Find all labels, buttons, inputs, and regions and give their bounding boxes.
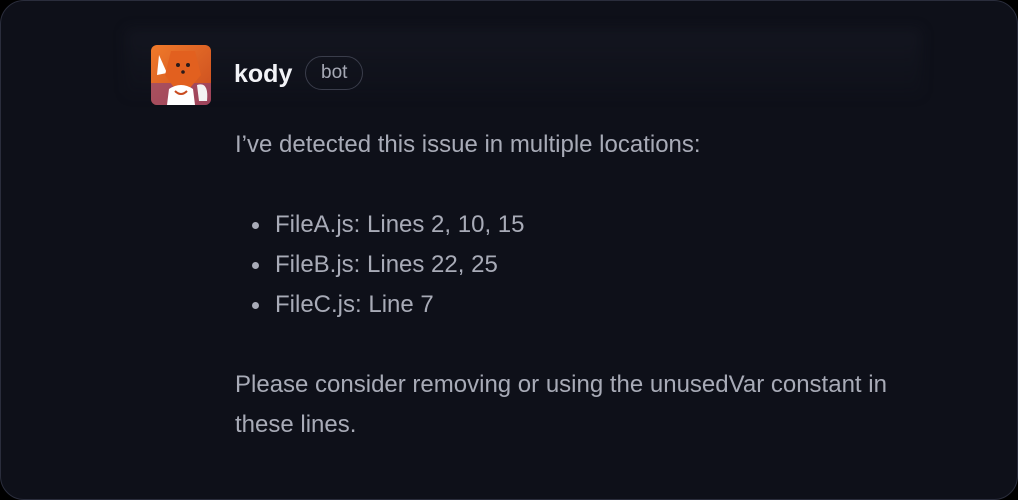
location-list: FileA.js: Lines 2, 10, 15 FileB.js: Line… <box>235 205 935 325</box>
list-item: FileA.js: Lines 2, 10, 15 <box>252 205 935 245</box>
fox-mascot-icon <box>151 45 211 105</box>
bot-comment-card: kody bot I’ve detected this issue in mul… <box>0 0 1018 500</box>
comment-body: I’ve detected this issue in multiple loc… <box>235 125 935 445</box>
list-item: FileC.js: Line 7 <box>252 285 935 325</box>
bot-badge: bot <box>305 56 364 90</box>
author-name: kody <box>234 60 293 88</box>
intro-text: I’ve detected this issue in multiple loc… <box>235 131 701 158</box>
closing-text: Please consider removing or using the un… <box>235 371 887 438</box>
list-item: FileB.js: Lines 22, 25 <box>252 245 935 285</box>
